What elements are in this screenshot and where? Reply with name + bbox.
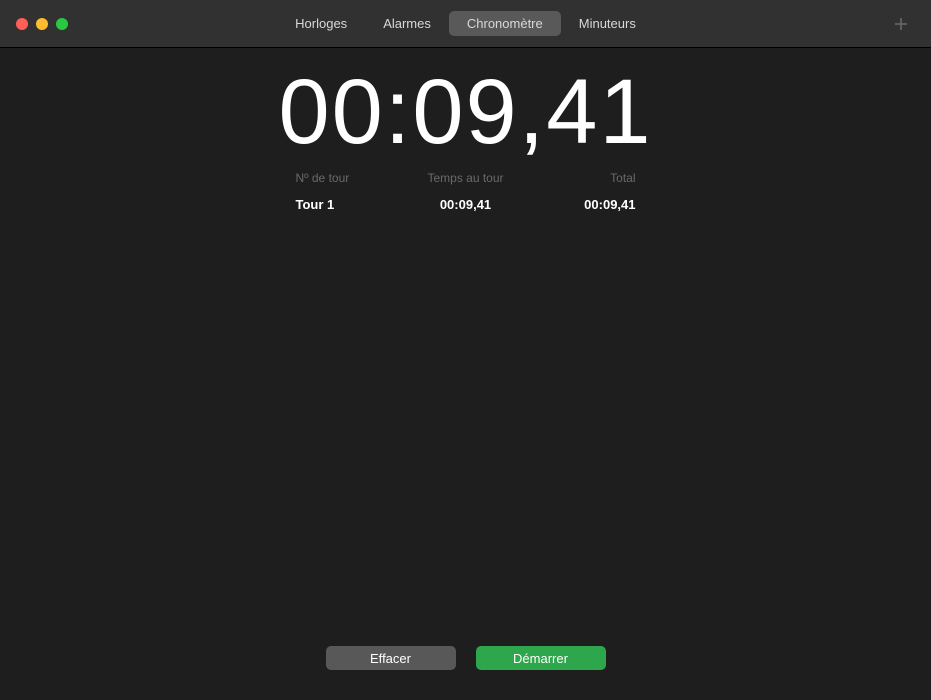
- start-button[interactable]: Démarrer: [476, 646, 606, 670]
- titlebar: Horloges Alarmes Chronomètre Minuteurs: [0, 0, 931, 48]
- plus-icon: [892, 15, 910, 33]
- lap-total: 00:09,41: [522, 197, 635, 212]
- tab-segmented-control: Horloges Alarmes Chronomètre Minuteurs: [277, 11, 654, 36]
- lap-row: Tour 1 00:09,41 00:09,41: [296, 193, 636, 216]
- header-total: Total: [522, 171, 635, 185]
- main-content: 00:09,41 Nº de tour Temps au tour Total …: [0, 48, 931, 700]
- header-lap-time: Temps au tour: [409, 171, 522, 185]
- clear-button[interactable]: Effacer: [326, 646, 456, 670]
- tab-world-clock[interactable]: Horloges: [277, 11, 365, 36]
- tab-timers[interactable]: Minuteurs: [561, 11, 654, 36]
- close-button[interactable]: [16, 18, 28, 30]
- maximize-button[interactable]: [56, 18, 68, 30]
- laps-table: Nº de tour Temps au tour Total Tour 1 00…: [296, 171, 636, 216]
- traffic-lights: [0, 18, 68, 30]
- lap-name: Tour 1: [296, 197, 409, 212]
- laps-header: Nº de tour Temps au tour Total: [296, 171, 636, 193]
- lap-time: 00:09,41: [409, 197, 522, 212]
- tab-stopwatch[interactable]: Chronomètre: [449, 11, 561, 36]
- tab-alarms[interactable]: Alarmes: [365, 11, 449, 36]
- bottom-buttons: Effacer Démarrer: [326, 646, 606, 670]
- minimize-button[interactable]: [36, 18, 48, 30]
- stopwatch-time-display: 00:09,41: [278, 60, 652, 165]
- header-lap-number: Nº de tour: [296, 171, 409, 185]
- add-button[interactable]: [887, 10, 915, 38]
